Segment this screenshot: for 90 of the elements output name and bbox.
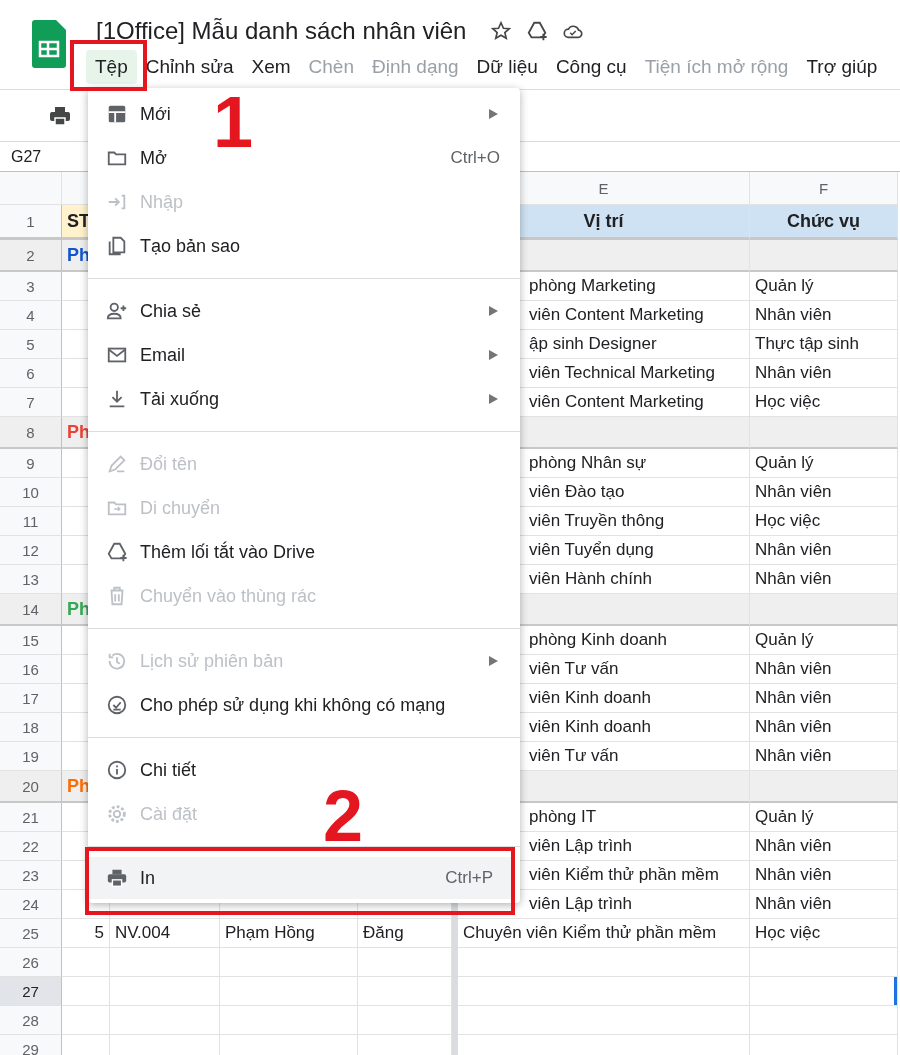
menu-option[interactable]: Email [140,344,185,365]
table-cell: Quản lý [750,272,898,301]
table-cell: Quản lý [750,626,898,655]
table-cell [62,977,110,1006]
step-number: 2 [323,780,364,852]
row-number[interactable]: 24 [0,890,62,919]
row-number[interactable]: 6 [0,359,62,388]
menu-item[interactable]: Tệp [86,50,137,84]
row-number[interactable]: 25 [0,919,62,948]
row-number[interactable]: 22 [0,832,62,861]
table-cell: Nhân viên [750,478,898,507]
info-icon [106,759,128,781]
table-cell: Học việc [750,507,898,536]
table-cell: 5 [62,919,110,948]
table-cell: Nhân viên [750,713,898,742]
row-number[interactable]: 3 [0,272,62,301]
menu-item[interactable]: Chỉnh sửa [136,50,243,84]
menu-item[interactable]: Công cụ [546,50,636,84]
row-number[interactable]: 13 [0,565,62,594]
settings-icon [106,803,128,825]
row-number[interactable]: 7 [0,388,62,417]
table-cell: Học việc [750,919,898,948]
menu-item[interactable]: Xem [242,50,300,84]
table-cell: Thực tập sinh [750,330,898,359]
menu-option[interactable]: Cho phép sử dụng khi không có mạng [140,694,446,715]
table-cell: Nhân viên [750,536,898,565]
star-icon[interactable] [490,20,513,42]
table-cell [62,948,110,977]
row-number[interactable]: 19 [0,742,62,771]
table-cell: Nhân viên [750,359,898,388]
table-icon [106,103,128,125]
row-number[interactable]: 8 [0,417,62,449]
table-cell: Chức vụ [750,205,898,240]
row-number[interactable]: 18 [0,713,62,742]
pencil-icon [106,453,128,475]
row-number[interactable]: 16 [0,655,62,684]
history-icon [106,650,128,672]
menu-option[interactable]: Thêm lối tắt vào Drive [140,541,316,562]
app-logo-icon[interactable] [32,20,66,68]
row-number[interactable]: 28 [0,1006,62,1035]
menu-option[interactable]: Mới [140,103,171,124]
step-number: 1 [213,86,254,158]
table-cell [62,1006,110,1035]
person-add-icon [106,300,128,322]
row-number[interactable]: 2 [0,240,62,272]
row-number[interactable]: 21 [0,803,62,832]
shortcut-label: Ctrl+O [450,148,500,168]
table-cell: Nhân viên [750,861,898,890]
row-number[interactable]: 10 [0,478,62,507]
table-cell: Nhân viên [750,301,898,330]
table-cell: Nhân viên [750,684,898,713]
table-cell: NV.004 [110,919,220,948]
row-number[interactable]: 27 [0,977,62,1006]
menu-option[interactable]: In [140,867,155,888]
row-number[interactable]: 12 [0,536,62,565]
column-header[interactable]: F [750,172,898,205]
row-number[interactable]: 23 [0,861,62,890]
table-cell: Quản lý [750,449,898,478]
table-cell: Nhân viên [750,890,898,919]
row-number[interactable]: 4 [0,301,62,330]
row-number[interactable]: 17 [0,684,62,713]
name-box[interactable]: G27 [0,147,42,166]
table-cell: Chuyên viên Kiểm thử phần mềm [458,919,750,948]
row-number[interactable]: 11 [0,507,62,536]
menu-option[interactable]: Mở [140,147,167,168]
table-cell: Quản lý [750,803,898,832]
menu-option[interactable]: Tải xuống [140,388,220,409]
check-circle-icon [106,694,128,716]
row-number[interactable]: 14 [0,594,62,626]
triangle-plus-icon [106,541,128,563]
row-number[interactable]: 26 [0,948,62,977]
copy-icon [106,235,128,257]
table-cell: Phạm Hồng [220,919,358,948]
row-number[interactable]: 5 [0,330,62,359]
row-number[interactable]: 9 [0,449,62,478]
menu-option[interactable]: Chia sẻ [140,300,202,321]
table-cell: Nhân viên [750,655,898,684]
row-number[interactable]: 29 [0,1035,62,1055]
triangle-plus-icon[interactable] [526,20,549,42]
printer-icon [106,867,128,889]
menu-item[interactable]: Dữ liệu [467,50,547,84]
menu-option[interactable]: Tạo bản sao [140,235,241,256]
row-number[interactable]: 20 [0,771,62,803]
menu-option[interactable]: Chi tiết [140,759,197,780]
table-cell: Nhân viên [750,832,898,861]
highlighted-menu-row[interactable]: In Ctrl+P [88,857,513,899]
row-number[interactable]: 15 [0,626,62,655]
menu-item[interactable]: Trợ giúp [797,50,887,84]
document-title[interactable]: [1Office] Mẫu danh sách nhân viên [96,17,467,45]
row-number[interactable]: 1 [0,205,62,240]
